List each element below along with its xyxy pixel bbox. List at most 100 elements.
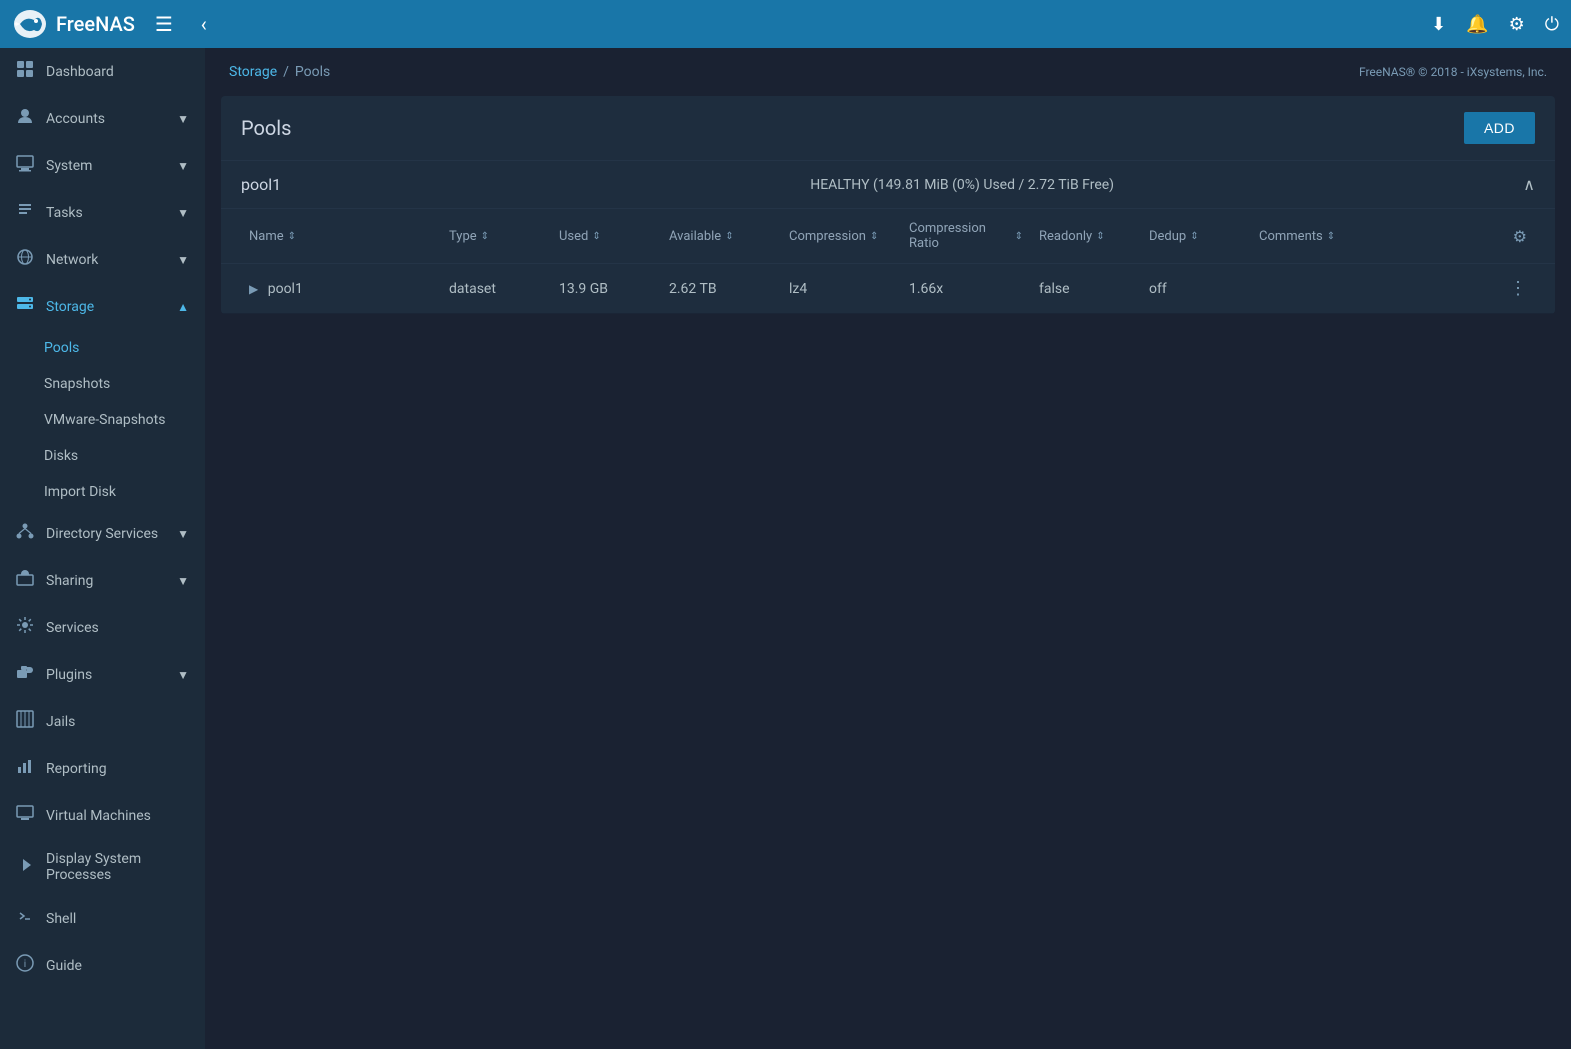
breadcrumb-pools: Pools: [295, 64, 330, 80]
pool-collapse-icon[interactable]: ∧: [1523, 175, 1535, 194]
sharing-arrow-icon: ▼: [177, 574, 189, 588]
sidebar-item-accounts[interactable]: Accounts ▼: [0, 95, 205, 142]
sidebar-item-storage[interactable]: Storage ▲: [0, 283, 205, 330]
col-header-used[interactable]: Used ⇕: [551, 217, 661, 256]
used-sort-icon: ⇕: [592, 231, 600, 242]
settings-icon[interactable]: ⚙: [1509, 14, 1525, 35]
network-arrow-icon: ▼: [177, 253, 189, 267]
sidebar-sublabel-import-disk: Import Disk: [44, 484, 116, 500]
topbar-right: ⬇ 🔔 ⚙ ⏻: [1431, 14, 1559, 35]
row-kebab-icon[interactable]: ⋮: [1509, 278, 1527, 299]
cell-name: ▶ pool1: [241, 267, 441, 311]
display-system-icon: [16, 856, 34, 879]
sharing-icon: [16, 569, 34, 592]
accounts-arrow-icon: ▼: [177, 112, 189, 126]
sidebar-item-guide[interactable]: i Guide: [0, 942, 205, 989]
sidebar-label-sharing: Sharing: [46, 573, 93, 589]
cell-compression-ratio: 1.66x: [901, 267, 1031, 311]
sidebar-label-virtual-machines: Virtual Machines: [46, 808, 151, 824]
sidebar-item-network[interactable]: Network ▼: [0, 236, 205, 283]
pool-status: HEALTHY (149.81 MiB (0%) Used / 2.72 TiB…: [401, 177, 1523, 193]
sidebar-label-dashboard: Dashboard: [46, 64, 114, 80]
pools-title: Pools: [241, 116, 292, 140]
sidebar-item-system[interactable]: System ▼: [0, 142, 205, 189]
col-header-name[interactable]: Name ⇕: [241, 217, 441, 256]
add-pool-button[interactable]: ADD: [1464, 112, 1535, 144]
breadcrumb-separator: /: [283, 64, 289, 80]
pools-panel-header: Pools ADD: [221, 96, 1555, 161]
sidebar-subitem-import-disk[interactable]: Import Disk: [0, 474, 205, 510]
available-sort-icon: ⇕: [725, 231, 733, 242]
sidebar-item-display-system[interactable]: Display System Processes: [0, 839, 205, 895]
pools-panel: Pools ADD pool1 HEALTHY (149.81 MiB (0%)…: [221, 96, 1555, 314]
compratio-sort-icon: ⇕: [1015, 231, 1023, 242]
sidebar-item-directory-services[interactable]: Directory Services ▼: [0, 510, 205, 557]
storage-arrow-icon: ▲: [177, 300, 189, 314]
cell-type: dataset: [441, 267, 551, 311]
sidebar-item-tasks[interactable]: Tasks ▼: [0, 189, 205, 236]
row-actions-menu[interactable]: ⋮: [1495, 264, 1535, 313]
dashboard-icon: [16, 60, 34, 83]
cell-compression: lz4: [781, 267, 901, 311]
sidebar-item-services[interactable]: Services: [0, 604, 205, 651]
table-row: ▶ pool1 dataset 13.9 GB 2.62 TB lz4 1.66…: [221, 264, 1555, 314]
shell-icon: [16, 907, 34, 930]
cell-available: 2.62 TB: [661, 267, 781, 311]
sidebar-sublabel-snapshots: Snapshots: [44, 376, 110, 392]
cell-readonly: false: [1031, 267, 1141, 311]
accounts-icon: [16, 107, 34, 130]
download-icon[interactable]: ⬇: [1431, 14, 1446, 35]
row-expand-icon[interactable]: ▶: [249, 282, 258, 296]
breadcrumb-storage[interactable]: Storage: [229, 64, 277, 80]
virtual-machines-icon: [16, 804, 34, 827]
sidebar-subitem-pools[interactable]: Pools: [0, 330, 205, 366]
logo: FreeNAS: [12, 6, 135, 42]
sidebar-item-plugins[interactable]: Plugins ▼: [0, 651, 205, 698]
col-header-available[interactable]: Available ⇕: [661, 217, 781, 256]
sidebar-label-shell: Shell: [46, 911, 76, 927]
col-header-dedup[interactable]: Dedup ⇕: [1141, 217, 1251, 256]
plugins-icon: [16, 663, 34, 686]
power-icon[interactable]: ⏻: [1545, 14, 1559, 35]
content: Storage / Pools FreeNAS® © 2018 - iXsyst…: [205, 48, 1571, 1049]
table-settings-icon[interactable]: ⚙: [1505, 219, 1535, 254]
col-header-readonly[interactable]: Readonly ⇕: [1031, 217, 1141, 256]
svg-text:i: i: [24, 959, 26, 970]
reporting-icon: [16, 757, 34, 780]
sidebar-subitem-snapshots[interactable]: Snapshots: [0, 366, 205, 402]
sidebar-item-jails[interactable]: Jails: [0, 698, 205, 745]
sidebar-label-system: System: [46, 158, 92, 174]
jails-icon: [16, 710, 34, 733]
sidebar-label-directory-services: Directory Services: [46, 526, 158, 542]
tasks-icon: [16, 201, 34, 224]
readonly-sort-icon: ⇕: [1096, 231, 1104, 242]
cell-used: 13.9 GB: [551, 267, 661, 311]
pool-row[interactable]: pool1 HEALTHY (149.81 MiB (0%) Used / 2.…: [221, 161, 1555, 209]
col-header-type[interactable]: Type ⇕: [441, 217, 551, 256]
sidebar-item-virtual-machines[interactable]: Virtual Machines: [0, 792, 205, 839]
col-header-compression-ratio[interactable]: Compression Ratio ⇕: [901, 209, 1031, 263]
pool-name: pool1: [241, 175, 401, 194]
system-icon: [16, 154, 34, 177]
main-layout: Dashboard Accounts ▼ System ▼ Tasks ▼: [0, 48, 1571, 1049]
storage-icon: [16, 295, 34, 318]
notifications-icon[interactable]: 🔔: [1466, 14, 1488, 35]
directory-services-icon: [16, 522, 34, 545]
col-header-compression[interactable]: Compression ⇕: [781, 217, 901, 256]
sidebar-label-storage: Storage: [46, 299, 94, 315]
sidebar-item-reporting[interactable]: Reporting: [0, 745, 205, 792]
back-icon[interactable]: ‹: [193, 8, 215, 40]
dedup-sort-icon: ⇕: [1190, 231, 1198, 242]
sidebar-item-sharing[interactable]: Sharing ▼: [0, 557, 205, 604]
menu-icon[interactable]: ☰: [147, 8, 181, 40]
sidebar-item-shell[interactable]: Shell: [0, 895, 205, 942]
sidebar-label-network: Network: [46, 252, 98, 268]
sidebar-item-dashboard[interactable]: Dashboard: [0, 48, 205, 95]
sidebar-label-jails: Jails: [46, 714, 75, 730]
sidebar-label-accounts: Accounts: [46, 111, 105, 127]
sidebar-subitem-vmware-snapshots[interactable]: VMware-Snapshots: [0, 402, 205, 438]
sidebar-subitem-disks[interactable]: Disks: [0, 438, 205, 474]
copyright-text: FreeNAS® © 2018 - iXsystems, Inc.: [1359, 65, 1547, 79]
topbar-left: FreeNAS ☰ ‹: [12, 6, 215, 42]
col-header-comments[interactable]: Comments ⇕: [1251, 217, 1505, 256]
